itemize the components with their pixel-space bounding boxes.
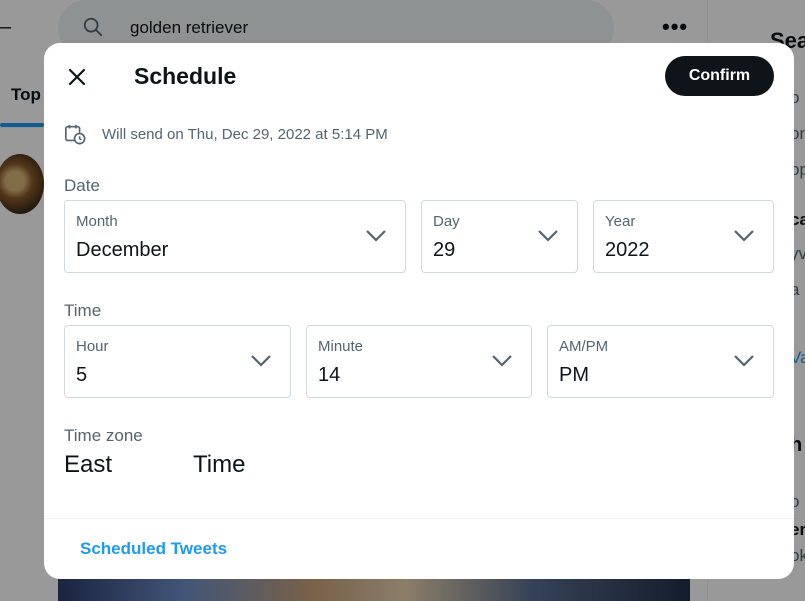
timezone-value-part: Time — [193, 451, 246, 478]
scheduled-tweets-link[interactable]: Scheduled Tweets — [80, 539, 227, 559]
time-section-label: Time — [64, 301, 102, 320]
dialog-title: Schedule — [134, 63, 237, 89]
confirm-button[interactable]: Confirm — [665, 56, 774, 96]
day-value: 29 — [433, 239, 456, 261]
ampm-label: AM/PM — [559, 338, 609, 355]
send-summary-text: Will send on Thu, Dec 29, 2022 at 5:14 P… — [102, 125, 388, 143]
year-label: Year — [605, 213, 636, 230]
hour-select[interactable]: Hour 5 — [64, 325, 291, 398]
year-value: 2022 — [605, 239, 650, 261]
send-summary: Will send on Thu, Dec 29, 2022 at 5:14 P… — [64, 123, 388, 145]
footer-divider — [44, 518, 794, 519]
minute-value: 14 — [318, 364, 341, 386]
close-icon — [68, 68, 86, 86]
chevron-down-icon — [734, 355, 754, 367]
dialog-header: Schedule Confirm — [44, 43, 794, 109]
year-select[interactable]: Year 2022 — [593, 200, 774, 273]
chevron-down-icon — [492, 355, 512, 367]
chevron-down-icon — [251, 355, 271, 367]
calendar-clock-icon — [65, 124, 86, 145]
schedule-dialog: Schedule Confirm Will send on Thu, Dec 2… — [44, 43, 794, 579]
ampm-select[interactable]: AM/PM PM — [547, 325, 774, 398]
day-select[interactable]: Day 29 — [421, 200, 578, 273]
timezone-value-part: East — [64, 451, 113, 478]
minute-select[interactable]: Minute 14 — [306, 325, 532, 398]
month-select[interactable]: Month December — [64, 200, 406, 273]
day-label: Day — [433, 213, 460, 230]
month-value: December — [76, 239, 169, 261]
date-section-label: Date — [64, 176, 100, 195]
hour-label: Hour — [76, 338, 109, 355]
month-label: Month — [76, 213, 118, 230]
hour-value: 5 — [76, 364, 88, 386]
ampm-value: PM — [559, 364, 589, 386]
close-button[interactable] — [60, 60, 94, 94]
minute-label: Minute — [318, 338, 364, 355]
chevron-down-icon — [538, 230, 558, 242]
timezone-label: Time zone — [64, 426, 143, 445]
chevron-down-icon — [734, 230, 754, 242]
chevron-down-icon — [366, 230, 386, 242]
